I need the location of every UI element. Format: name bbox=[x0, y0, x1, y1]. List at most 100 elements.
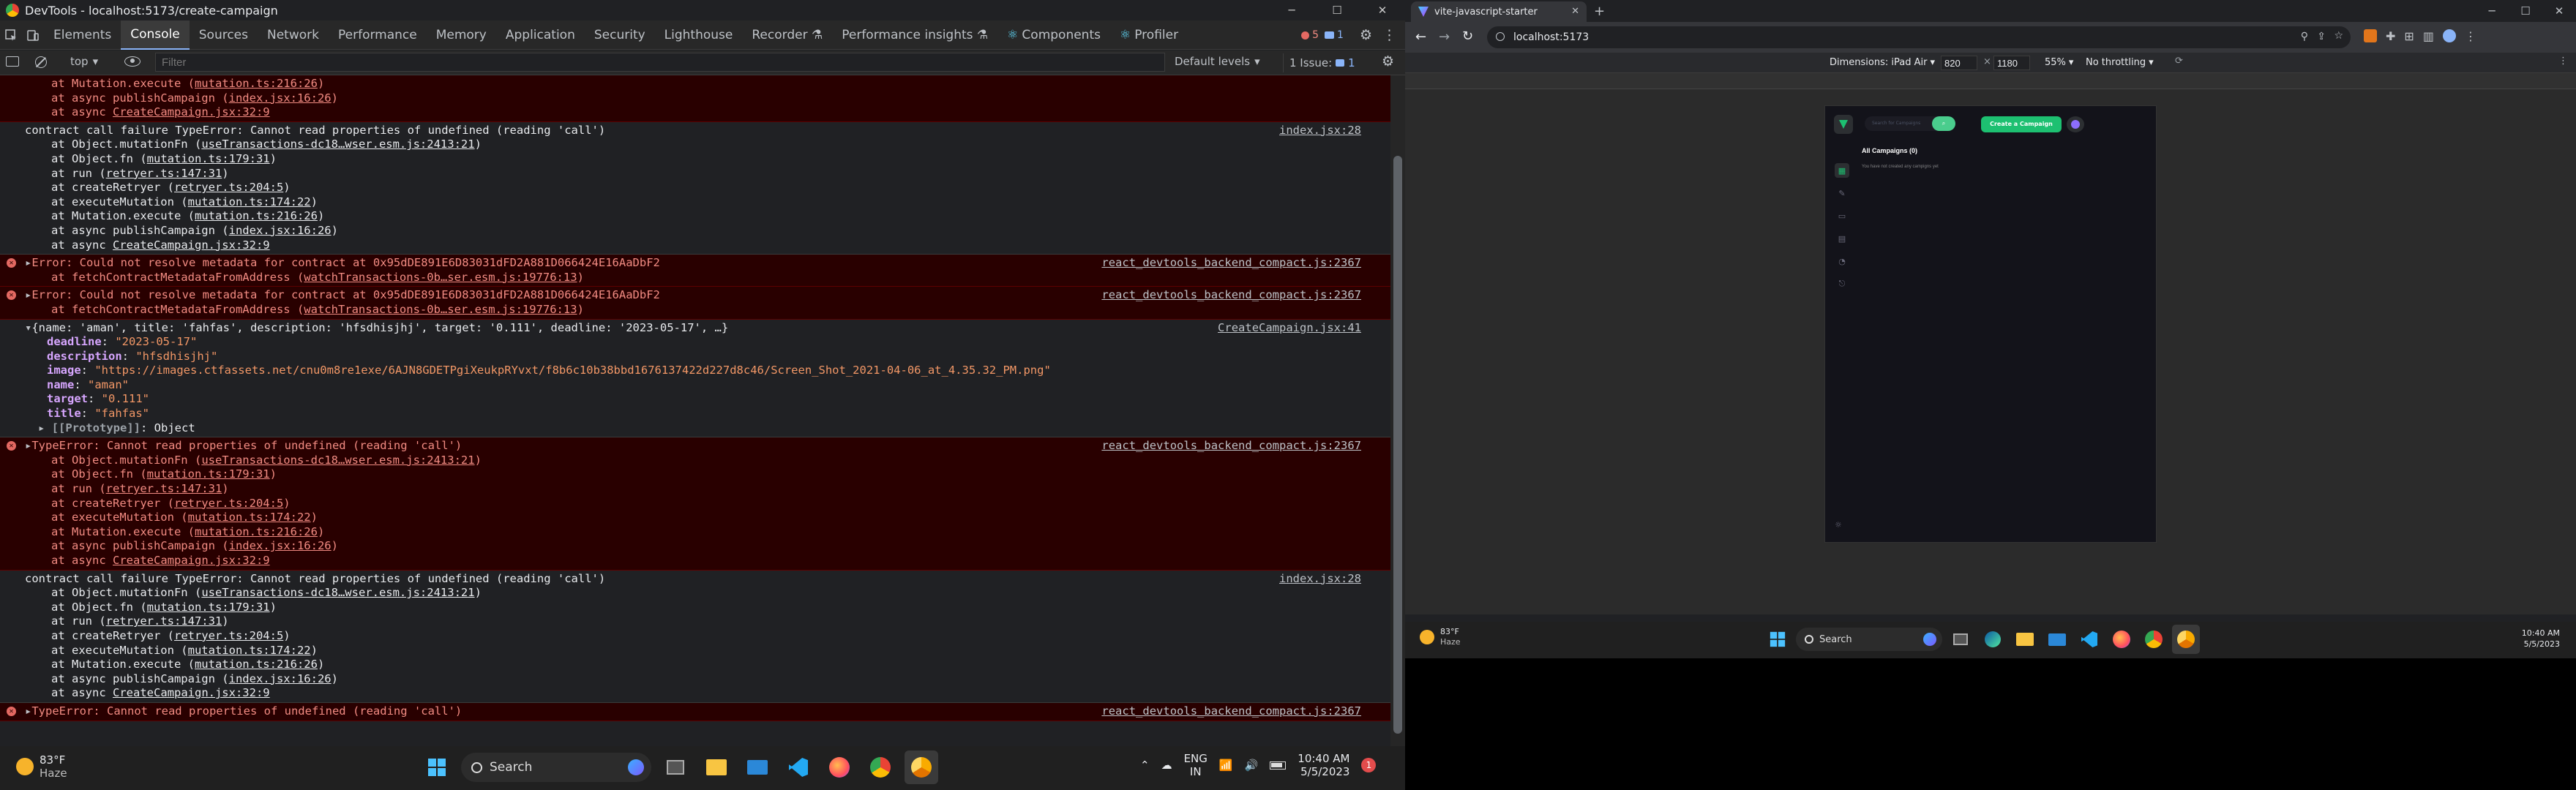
source-link[interactable]: react_devtools_backend_compact.js:2367 bbox=[1101, 704, 1361, 719]
inspect-element-icon[interactable] bbox=[0, 20, 22, 50]
error-count-badge[interactable]: 5 bbox=[1301, 29, 1319, 41]
browser-menu-icon[interactable]: ⋮ bbox=[2465, 29, 2476, 43]
tab-security[interactable]: Security bbox=[585, 20, 655, 50]
app-logo[interactable] bbox=[1834, 115, 1853, 134]
zoom-dropdown[interactable]: 55% ▾ bbox=[2045, 57, 2073, 68]
more-options-icon[interactable]: ⋮ bbox=[1382, 27, 1396, 43]
source-link[interactable]: react_devtools_backend_compact.js:2367 bbox=[1101, 256, 1361, 271]
vscode-icon[interactable] bbox=[2075, 625, 2103, 654]
windows-start-icon[interactable] bbox=[420, 750, 454, 784]
vscode-icon[interactable] bbox=[782, 750, 815, 784]
edge-icon[interactable] bbox=[1979, 625, 2007, 654]
expand-triangle-icon[interactable]: ▸ bbox=[25, 288, 31, 301]
wifi-icon[interactable]: 📶 bbox=[1219, 759, 1233, 772]
campaign-icon[interactable]: ✎ bbox=[1835, 186, 1849, 200]
withdraw-icon[interactable]: ▤ bbox=[1835, 231, 1849, 246]
device-toolbar-more-icon[interactable]: ⋮ bbox=[2558, 56, 2568, 67]
profile-icon[interactable]: ◔ bbox=[1835, 254, 1849, 268]
expand-triangle-icon[interactable]: ▸ bbox=[25, 439, 31, 452]
device-height-input[interactable] bbox=[1993, 56, 2030, 70]
source-link[interactable]: CreateCampaign.jsx:41 bbox=[1218, 321, 1361, 336]
tab-elements[interactable]: Elements bbox=[44, 20, 121, 50]
tab-lighthouse[interactable]: Lighthouse bbox=[655, 20, 743, 50]
chrome-icon[interactable] bbox=[2140, 625, 2168, 654]
throttle-dropdown[interactable]: No throttling ▾ bbox=[2086, 57, 2154, 68]
expand-triangle-icon[interactable]: ▾ bbox=[25, 321, 31, 334]
back-arrow-icon[interactable]: ← bbox=[1415, 29, 1426, 45]
tab-recorder[interactable]: Recorder ⚗ bbox=[742, 20, 832, 50]
context-selector[interactable]: top ▾ bbox=[70, 55, 98, 68]
search-bar[interactable]: Search for Campaigns ⌕ bbox=[1865, 116, 1955, 131]
issues-button[interactable]: 1 Issue: 1 bbox=[1283, 53, 1361, 72]
task-view-icon[interactable] bbox=[659, 750, 692, 784]
taskbar-search[interactable]: Search bbox=[461, 753, 651, 782]
side-panel-icon[interactable]: ▥ bbox=[2423, 29, 2434, 43]
task-view-icon[interactable] bbox=[1947, 625, 1974, 654]
file-explorer-icon[interactable] bbox=[700, 750, 733, 784]
logout-icon[interactable]: ⎋ bbox=[1835, 276, 1849, 291]
chrome-canary-icon[interactable] bbox=[2172, 625, 2200, 654]
issues-count-badge[interactable]: 1 bbox=[1325, 29, 1344, 41]
bookmark-star-icon[interactable]: ☆ bbox=[2334, 30, 2343, 42]
rotate-icon[interactable]: ⟳ bbox=[2175, 56, 2183, 67]
address-bar[interactable]: localhost:5173 ⚲ ⇪ ☆ bbox=[1487, 26, 2351, 48]
mail-icon[interactable] bbox=[741, 750, 774, 784]
chrome-icon[interactable] bbox=[864, 750, 897, 784]
battery-icon[interactable] bbox=[1270, 761, 1287, 770]
extensions-puzzle-icon[interactable]: ✚ bbox=[2386, 29, 2395, 43]
tab-sources[interactable]: Sources bbox=[190, 20, 258, 50]
clock-time[interactable]: 10:40 AM bbox=[1298, 752, 1349, 765]
zoom-search-icon[interactable]: ⚲ bbox=[2301, 31, 2308, 42]
reload-icon[interactable]: ↻ bbox=[1462, 29, 1473, 44]
source-link[interactable]: react_devtools_backend_compact.js:2367 bbox=[1101, 439, 1361, 454]
language-indicator[interactable]: ENG bbox=[1184, 752, 1208, 765]
volume-icon[interactable]: 🔊 bbox=[1245, 759, 1259, 772]
device-width-input[interactable] bbox=[1941, 56, 1977, 70]
tab-application[interactable]: Application bbox=[496, 20, 585, 50]
browser-tab[interactable]: vite-javascript-starter ✕ bbox=[1411, 1, 1587, 22]
tab-console[interactable]: Console bbox=[121, 20, 190, 50]
console-settings-gear-icon[interactable]: ⚙ bbox=[1382, 53, 1394, 69]
browser-minimize-button[interactable]: ─ bbox=[2475, 0, 2509, 22]
metamask-extension-icon[interactable] bbox=[2364, 29, 2377, 42]
profile-avatar[interactable] bbox=[2442, 29, 2456, 42]
console-scrollbar[interactable] bbox=[1390, 75, 1405, 746]
payment-icon[interactable]: ▭ bbox=[1835, 208, 1849, 223]
tab-memory[interactable]: Memory bbox=[427, 20, 496, 50]
clear-console-icon[interactable] bbox=[35, 56, 47, 68]
create-campaign-button[interactable]: Create a Campaign bbox=[1981, 116, 2062, 132]
weather-widget[interactable]: 83°F Haze bbox=[16, 753, 67, 780]
tab-network[interactable]: Network bbox=[258, 20, 329, 50]
forward-arrow-icon[interactable]: → bbox=[1439, 29, 1450, 45]
mail-icon[interactable] bbox=[2043, 625, 2071, 654]
device-toolbar-icon[interactable] bbox=[22, 20, 44, 50]
browser-close-button[interactable]: ✕ bbox=[2542, 0, 2576, 22]
share-icon[interactable]: ⇪ bbox=[2317, 31, 2326, 42]
browser-maximize-button[interactable]: ☐ bbox=[2509, 0, 2542, 22]
expand-triangle-icon[interactable]: ▸ bbox=[25, 704, 31, 718]
tab-performance-insights[interactable]: Performance insights ⚗ bbox=[832, 20, 997, 50]
device-dimensions-dropdown[interactable]: Dimensions: iPad Air ▾ bbox=[1830, 57, 1935, 68]
source-link[interactable]: index.jsx:28 bbox=[1279, 124, 1361, 138]
windows-start-icon[interactable] bbox=[1764, 625, 1791, 654]
search-button[interactable]: ⌕ bbox=[1932, 116, 1955, 131]
settings-gear-icon[interactable]: ⚙ bbox=[1360, 27, 1372, 43]
firefox-icon[interactable] bbox=[2108, 625, 2135, 654]
maximize-button[interactable]: ☐ bbox=[1314, 0, 1360, 20]
onedrive-cloud-icon[interactable]: ☁ bbox=[1161, 759, 1172, 772]
filter-input[interactable] bbox=[155, 53, 1165, 72]
file-explorer-icon[interactable] bbox=[2011, 625, 2039, 654]
source-link[interactable]: react_devtools_backend_compact.js:2367 bbox=[1101, 288, 1361, 303]
source-link[interactable]: index.jsx:28 bbox=[1279, 572, 1361, 587]
chevron-up-icon[interactable]: ⌃ bbox=[1140, 759, 1150, 772]
close-button[interactable]: ✕ bbox=[1360, 0, 1405, 20]
site-info-icon[interactable] bbox=[1496, 32, 1505, 41]
user-avatar[interactable] bbox=[2067, 116, 2084, 132]
chrome-canary-icon[interactable] bbox=[905, 750, 938, 784]
log-levels-dropdown[interactable]: Default levels ▾ bbox=[1175, 55, 1260, 68]
tab-components[interactable]: ⚛ Components bbox=[997, 20, 1110, 50]
weather-widget-right[interactable]: 83°F Haze bbox=[1420, 627, 1461, 647]
tab-profiler[interactable]: ⚛ Profiler bbox=[1110, 20, 1188, 50]
clock-time-right[interactable]: 10:40 AM bbox=[2522, 628, 2560, 639]
expand-triangle-icon[interactable]: ▸ bbox=[25, 256, 31, 269]
